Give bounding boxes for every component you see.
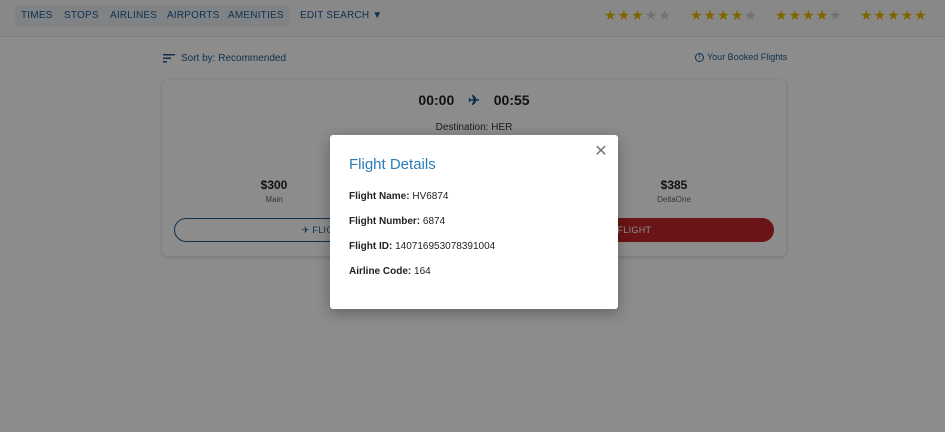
flight-number-label: Flight Number: [349, 216, 421, 227]
dialog-title: Flight Details [349, 156, 436, 173]
flight-id-row: Flight ID: 140716953078391004 [349, 241, 495, 252]
airline-code-value: 164 [414, 266, 431, 277]
flight-name-label: Flight Name: [349, 191, 410, 202]
flight-number-row: Flight Number: 6874 [349, 216, 445, 227]
flight-id-label: Flight ID: [349, 241, 393, 252]
airline-code-label: Airline Code: [349, 266, 412, 277]
flight-details-dialog: Flight Details ✕ Flight Name: HV6874 Fli… [330, 135, 618, 309]
flight-name-row: Flight Name: HV6874 [349, 191, 448, 202]
flight-id-value: 140716953078391004 [395, 241, 496, 252]
close-icon[interactable]: ✕ [594, 144, 608, 160]
flight-number-value: 6874 [422, 216, 446, 227]
airline-code-row: Airline Code: 164 [349, 266, 431, 277]
flight-name-value: HV6874 [412, 191, 449, 202]
